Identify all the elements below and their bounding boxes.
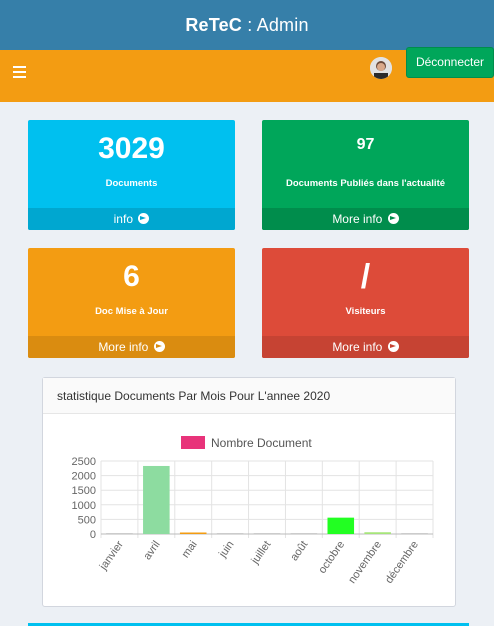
stat-box-visitors: / Visiteurs More info [262, 248, 469, 358]
bar-octobre [327, 517, 355, 534]
x-tick-label: décembre [383, 539, 421, 586]
bar-janvier [106, 533, 133, 534]
stat-value: 3029 [98, 132, 165, 165]
x-tick-label: août [288, 539, 310, 563]
hamburger-icon[interactable] [13, 66, 26, 78]
title-separator: : [242, 15, 257, 35]
x-tick-label: janvier [97, 539, 126, 574]
bar-novembre [364, 532, 391, 534]
y-tick-label: 500 [78, 514, 96, 526]
bar-mai [179, 532, 207, 534]
stat-label: Documents [105, 178, 158, 189]
y-tick-label: 1000 [72, 500, 96, 512]
bar-chart: Nombre Document 0 500 1000 1500 2000 2500 janvi… [72, 436, 434, 586]
x-tick-label: mai [180, 539, 200, 560]
stat-link-label: More info [98, 340, 149, 354]
stat-link-label: More info [332, 212, 383, 226]
stat-box-documents: 3029 Documents info [28, 120, 235, 230]
arrow-circle-right-icon [387, 213, 399, 224]
logout-button[interactable]: Déconnecter [406, 47, 494, 78]
brand-name: ReTeC [185, 15, 243, 35]
legend-swatch [181, 436, 205, 449]
x-tick-label: juillet [249, 539, 274, 567]
bar-avril [143, 465, 170, 534]
stat-value: 97 [356, 136, 375, 153]
stat-link-label: More info [332, 340, 383, 354]
stat-link-label: info [113, 212, 133, 226]
x-tick-label: octobre [316, 539, 347, 576]
y-tick-label: 0 [90, 529, 96, 541]
role-name: Admin [256, 15, 309, 35]
panel-title: statistique Documents Par Mois Pour L'an… [43, 378, 455, 414]
stat-box-updated: 6 Doc Mise à Jour More info [28, 248, 235, 358]
chart-panel: statistique Documents Par Mois Pour L'an… [42, 377, 456, 607]
stat-value: 6 [123, 260, 140, 293]
x-tick-label: novembre [346, 539, 384, 586]
bar-juillet [253, 533, 281, 534]
x-tick-label: juin [216, 539, 236, 561]
app-header: ReTeC : Admin [0, 0, 494, 50]
user-avatar[interactable] [370, 57, 392, 79]
arrow-circle-right-icon [138, 213, 150, 224]
stat-label: Visiteurs [345, 306, 386, 317]
stat-link[interactable]: More info [28, 336, 235, 358]
stat-label: Documents Publiés dans l'actualité [285, 178, 446, 189]
x-tick-label: avril [141, 539, 162, 562]
bar-décembre [401, 533, 428, 534]
stat-label: Doc Mise à Jour [95, 306, 168, 317]
arrow-circle-right-icon [387, 341, 399, 352]
y-tick-label: 1500 [72, 485, 96, 497]
stat-value: / [360, 258, 371, 296]
app-title: ReTeC : Admin [0, 0, 494, 50]
stat-link[interactable]: More info [262, 208, 469, 230]
stat-link[interactable]: info [28, 208, 235, 230]
legend-label: Nombre Document [211, 436, 312, 450]
bar-août [290, 533, 318, 534]
y-tick-label: 2000 [72, 471, 96, 483]
stat-link[interactable]: More info [262, 336, 469, 358]
stat-box-published: 97 Documents Publiés dans l'actualité Mo… [262, 120, 469, 230]
y-tick-label: 2500 [72, 456, 96, 468]
arrow-circle-right-icon [153, 341, 165, 352]
bar-juin [216, 533, 244, 534]
